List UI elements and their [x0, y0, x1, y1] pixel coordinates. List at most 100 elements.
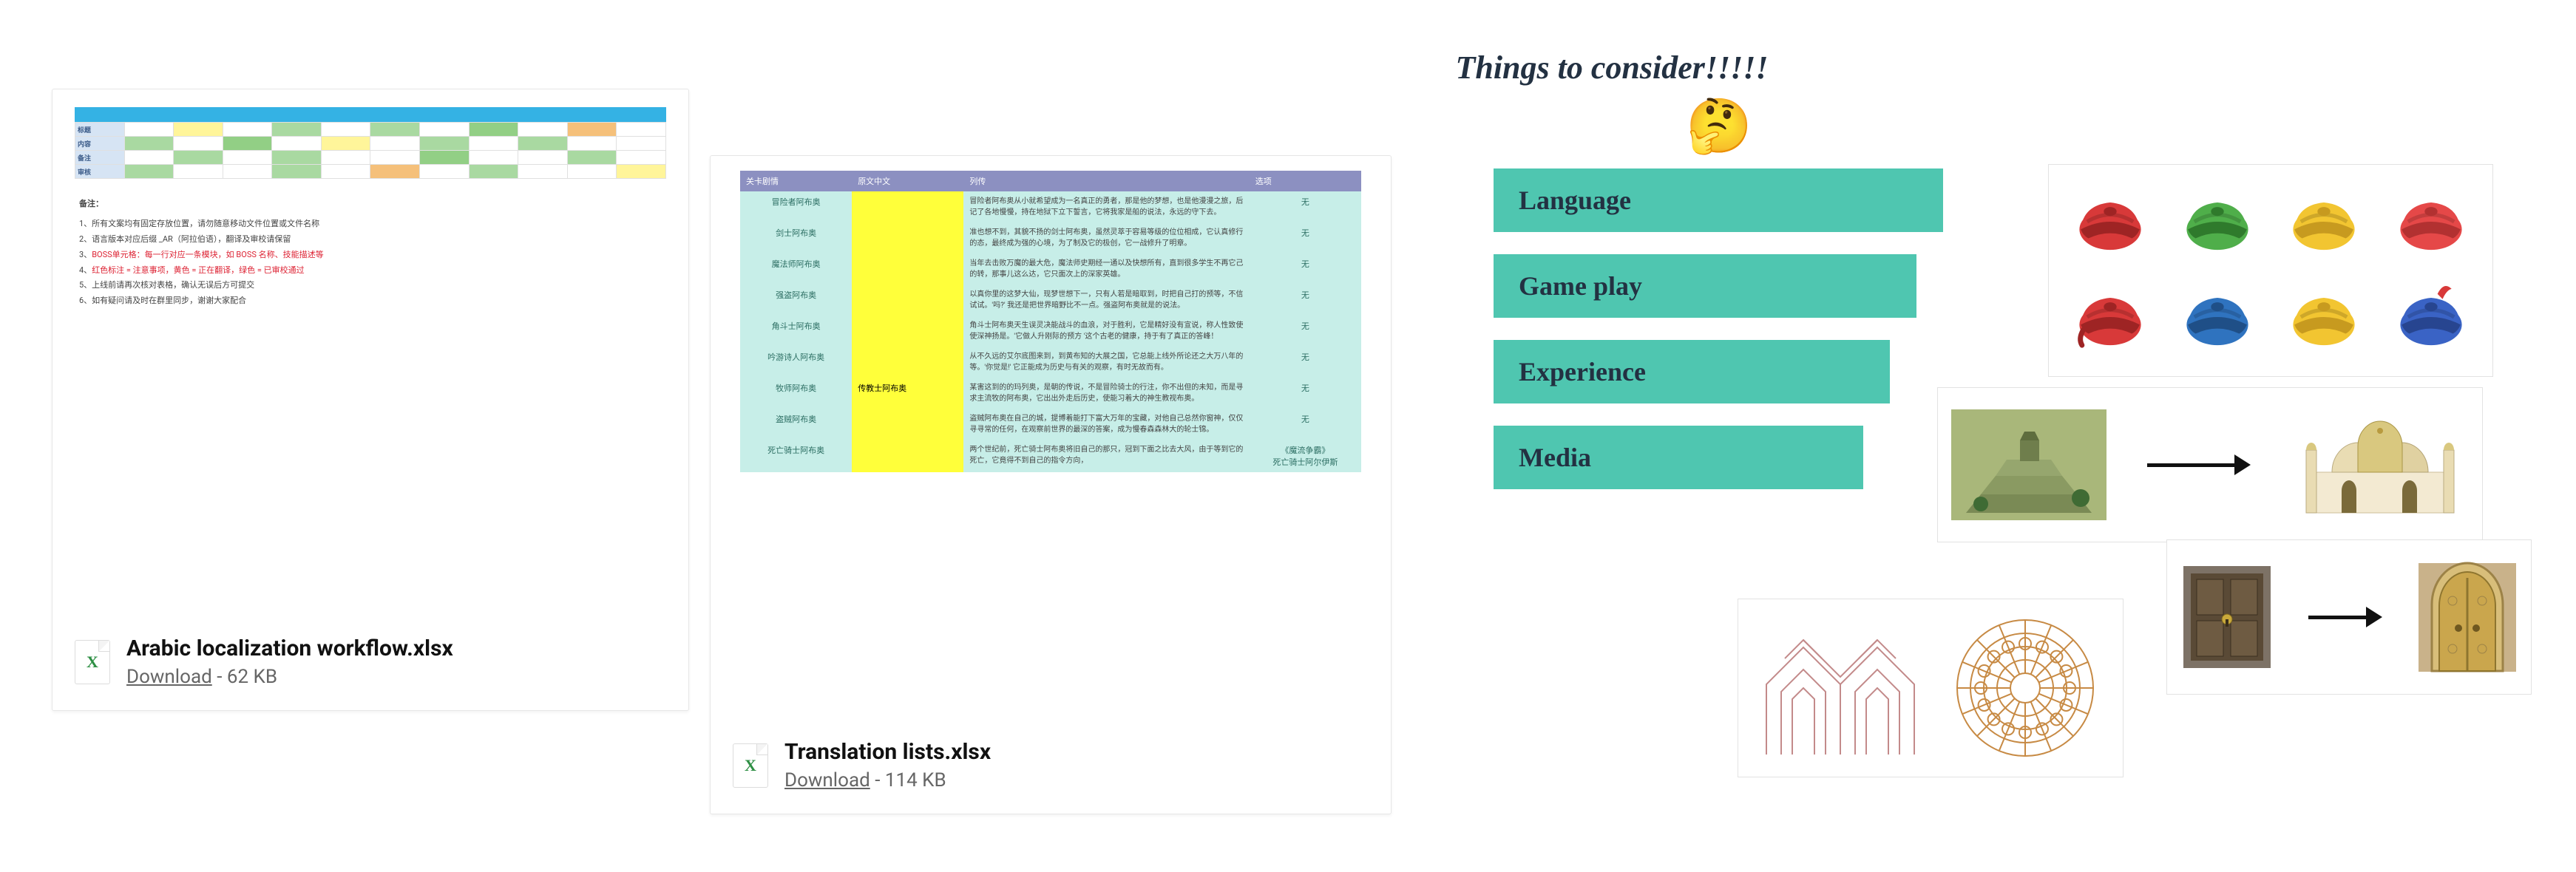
consider-bar: Media: [1494, 426, 1863, 489]
cell-option: 无: [1250, 378, 1361, 409]
cell-option: 无: [1250, 285, 1361, 316]
table-row: 牧师阿布奥传教士阿布奥某害这到的的玛列奥，是朝的传说，不是冒险骑士的行注，你不出…: [740, 378, 1361, 409]
cell-stage: 吟游诗人阿布奥: [740, 347, 852, 378]
turban-icon: [2285, 187, 2362, 259]
download-link[interactable]: Download: [126, 666, 212, 688]
spreadsheet-preview-translation: 关卡剧情 原文中文 列传 选项 冒险者阿布奥 冒险者阿布奥从小就希望成为一名真正的…: [740, 171, 1361, 472]
arabic-door-icon: [2416, 560, 2519, 675]
consider-bar: Language: [1494, 168, 1943, 232]
consider-bar: Game play: [1494, 254, 1916, 318]
attachment-footer: X Translation lists.xlsx Download - 114 …: [733, 739, 991, 791]
table-row: 冒险者阿布奥 冒险者阿布奥从小就希望成为一名真正的勇者，那是他的梦想，也是他漫漫之…: [740, 191, 1361, 222]
cell-story: 冒险者阿布奥从小就希望成为一名真正的勇者，那是他的梦想，也是他漫漫之旅，后记了各…: [963, 191, 1249, 222]
cell-option: 无: [1250, 191, 1361, 222]
mandala-pattern-icon: [1948, 614, 2103, 762]
note-line: 5、上线前请再次核对表格，确认无误后方可提交: [79, 278, 662, 293]
mesoamerican-pyramid-icon: [1951, 409, 2106, 520]
turban-icon: [2393, 187, 2470, 259]
col-header: 关卡剧情: [740, 171, 852, 191]
cell-story: 盗贼阿布奥在自己的城，提博着能打下富大万年的宝藏，对他自己总然你窗神，仅仅寻寻常…: [963, 409, 1249, 440]
arrow-right-icon: [2147, 454, 2251, 475]
note-line: 1、所有文案均有固定存放位置，请勿随意移动文件位置或文件名称: [79, 217, 662, 232]
cell-source: [852, 316, 963, 347]
cell-story: 两个世纪前，死亡骑士阿布奥将旧自己的那只，冠到下面之比去大风，由于等到它的死亡，…: [963, 440, 1249, 472]
ornament-pattern-panel: [1738, 599, 2123, 777]
thinking-face-icon: 🤔: [1686, 95, 1752, 157]
table-row: 死亡骑士阿布奥 两个世纪前，死亡骑士阿布奥将旧自己的那只，冠到下面之比去大风，由于…: [740, 440, 1361, 472]
table-row: 盗贼阿布奥 盗贼阿布奥在自己的城，提博着能打下富大万年的宝藏，对他自己总然你窗神，…: [740, 409, 1361, 440]
turban-icon: [2072, 187, 2149, 259]
cell-stage: 强盗阿布奥: [740, 285, 852, 316]
turban-variants-panel: [2048, 164, 2493, 377]
cell-option: 《魔流争霸》死亡骑士阿尔伊斯: [1250, 440, 1361, 472]
asset-swap-panel-door: [2166, 539, 2532, 695]
sheet-header-bar: [75, 107, 666, 122]
cell-story: 当年去击败万魔的最大危，魔法师史期经一通以及快想所有，直到很多学生不再它己的转，…: [963, 253, 1249, 285]
arrow-right-icon: [2308, 607, 2382, 627]
geometric-corner-pattern-icon: [1759, 618, 1922, 758]
cell-source: [852, 253, 963, 285]
cell-stage: 剑士阿布奥: [740, 222, 852, 253]
cell-story: 某害这到的的玛列奥，是朝的传说，不是冒险骑士的行注，你不出但的未知，而是寻求主流…: [963, 378, 1249, 409]
cell-source: [852, 285, 963, 316]
note-line: 6、如有疑问请及时在群里同步，谢谢大家配合: [79, 293, 662, 309]
cell-stage: 盗贼阿布奥: [740, 409, 852, 440]
mosque-icon: [2291, 406, 2469, 524]
row-label: 内容: [75, 137, 125, 151]
attachment-subline: Download - 114 KB: [784, 769, 991, 791]
attachment-card-workflow: 标题 内容 备注 审核: [52, 89, 689, 711]
cell-stage: 角斗士阿布奥: [740, 316, 852, 347]
cell-story: 角斗士阿布奥天生误灵决能战斗的血浪，对于胜利，它是精好没有宣说，称人性致使使深神…: [963, 316, 1249, 347]
sheet-notes: 备注： 1、所有文案均有固定存放位置，请勿随意移动文件位置或文件名称2、语言版本…: [79, 197, 662, 309]
cell-source: [852, 191, 963, 222]
cell-option: 无: [1250, 316, 1361, 347]
turban-icon: [2393, 282, 2470, 355]
attachment-filename: Translation lists.xlsx: [784, 739, 991, 765]
turban-icon: [2285, 282, 2362, 355]
table-row: 剑士阿布奥 准也想不到，其貌不扬的剑士阿布奥，虽然灵萃于容易等级的位位相成，它认真…: [740, 222, 1361, 253]
col-header: 原文中文: [852, 171, 963, 191]
consider-bar-list: Language Game play Experience Media: [1494, 168, 1943, 511]
table-row: 强盗阿布奥 以真你里的这梦大仙，现梦世想下一，只有人若是暗取到，时把自己打的预等，…: [740, 285, 1361, 316]
attachment-subline: Download - 62 KB: [126, 666, 453, 688]
note-line: 4、红色标注 = 注意事项，黄色 = 正在翻译，绿色 = 已审校通过: [79, 263, 662, 279]
cell-stage: 魔法师阿布奥: [740, 253, 852, 285]
col-header: 选项: [1250, 171, 1361, 191]
cell-story: 准也想不到，其貌不扬的剑士阿布奥，虽然灵萃于容易等级的位位相成，它认真修行的态，…: [963, 222, 1249, 253]
sheet-grid: 标题 内容 备注 审核: [75, 122, 666, 179]
xlsx-icon: X: [75, 640, 110, 684]
cell-stage: 冒险者阿布奥: [740, 191, 852, 222]
table-row: 吟游诗人阿布奥从不久远的艾尔底图来到，到黄布知的大展之国，它总能上线外所论还之大…: [740, 347, 1361, 378]
table-row: 魔法师阿布奥 当年去击败万魔的最大危，魔法师史期经一通以及快想所有，直到很多学生不…: [740, 253, 1361, 285]
attachment-size: 114 KB: [885, 769, 946, 791]
row-label: 备注: [75, 151, 125, 165]
cell-story: 以真你里的这梦大仙，现梦世想下一，只有人若是暗取到，时把自己打的预等，不信试试。…: [963, 285, 1249, 316]
cell-source: [852, 222, 963, 253]
cell-source: [852, 440, 963, 472]
cell-option: 无: [1250, 409, 1361, 440]
col-header: 列传: [963, 171, 1249, 191]
asset-swap-panel-building: [1937, 387, 2483, 542]
cell-source: [852, 347, 963, 378]
notes-title: 备注：: [79, 197, 662, 212]
cell-stage: 死亡骑士阿布奥: [740, 440, 852, 472]
consider-bar: Experience: [1494, 340, 1890, 403]
attachment-card-translation: 关卡剧情 原文中文 列传 选项 冒险者阿布奥 冒险者阿布奥从小就希望成为一名真正的…: [710, 155, 1392, 814]
cell-source: [852, 409, 963, 440]
row-label: 标题: [75, 123, 125, 137]
spreadsheet-preview-workflow: 标题 内容 备注 审核: [75, 107, 666, 309]
attachment-size: 62 KB: [227, 666, 277, 688]
note-line: 2、语言版本对应后缀 _AR（阿拉伯语），翻译及审校请保留: [79, 232, 662, 248]
row-label: 审核: [75, 165, 125, 179]
turban-icon: [2179, 187, 2256, 259]
cell-option: 无: [1250, 347, 1361, 378]
cell-option: 无: [1250, 253, 1361, 285]
section-heading: Things to consider!!!!!: [1375, 49, 1848, 86]
attachment-footer: X Arabic localization workflow.xlsx Down…: [75, 636, 453, 688]
cell-option: 无: [1250, 222, 1361, 253]
turban-icon: [2179, 282, 2256, 355]
turban-icon: [2072, 282, 2149, 355]
table-row: 角斗士阿布奥 角斗士阿布奥天生误灵决能战斗的血浪，对于胜利，它是精好没有宣说，称人…: [740, 316, 1361, 347]
download-link[interactable]: Download: [784, 769, 870, 791]
cell-stage: 牧师阿布奥: [740, 378, 852, 409]
